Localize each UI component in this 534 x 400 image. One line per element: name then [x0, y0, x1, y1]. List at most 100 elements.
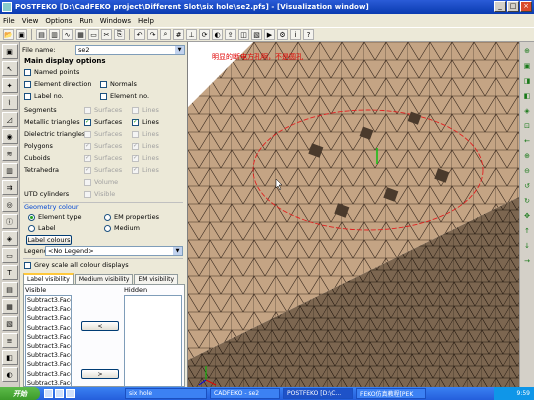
taskbar-item-postfeko[interactable]: POSTFEKO [D:\C... [283, 388, 353, 399]
metallic-surfaces-checkbox[interactable]: ✓ [84, 118, 91, 126]
visible-list[interactable]: Subtract3.Face1 Subtract3.Face1 Subtract… [25, 295, 72, 387]
wire-icon[interactable]: ⌇ [1, 95, 18, 110]
label-radio[interactable] [28, 224, 35, 232]
polygons-lines-checkbox[interactable]: ✓ [132, 142, 139, 150]
start-button[interactable]: 开始 [0, 387, 40, 400]
taskbar-item-cadfeko[interactable]: CADFEKO - se2 [210, 388, 280, 399]
normals-checkbox[interactable] [100, 80, 107, 88]
em-properties-radio-row[interactable]: EM properties [104, 213, 159, 221]
em-properties-radio[interactable] [104, 213, 111, 221]
element-type-radio-row[interactable]: Element type [28, 213, 82, 221]
menu-help[interactable]: Help [138, 17, 154, 25]
menu-options[interactable]: Options [45, 17, 72, 25]
help-icon[interactable]: ? [303, 29, 314, 40]
cube-icon[interactable]: ◧ [1, 350, 18, 365]
undo-icon[interactable]: ↶ [134, 29, 145, 40]
chevron-down-icon[interactable]: ▼ [173, 247, 182, 255]
table-icon[interactable]: ▦ [75, 29, 86, 40]
list-item[interactable]: Subtract3.Face1 [26, 342, 71, 351]
open-icon[interactable]: 📂 [3, 29, 14, 40]
copy-icon[interactable]: ⎘ [114, 29, 125, 40]
element-type-radio[interactable] [28, 213, 35, 221]
named-points-checkbox[interactable] [24, 68, 31, 76]
volume-checkbox[interactable] [84, 178, 91, 186]
rotate-right-icon[interactable]: ↻ [521, 195, 533, 207]
pan-icon[interactable]: ✥ [521, 210, 533, 222]
grey-scale-checkbox[interactable] [24, 261, 31, 269]
settings-icon[interactable]: ⚙ [277, 29, 288, 40]
bulb-icon[interactable]: ✦ [1, 78, 18, 93]
close-button[interactable]: × [520, 1, 532, 12]
list-item[interactable]: Subtract3.Face1 [26, 305, 71, 314]
mesh-icon[interactable]: ◈ [1, 231, 18, 246]
utd-visible-checkbox[interactable] [84, 190, 91, 198]
list-item[interactable]: Subtract3.Face1 [26, 351, 71, 360]
taskbar-item-feko-tutorial[interactable]: FEKO仿真教程[PEK [356, 388, 426, 399]
zoom-in-icon[interactable]: ⊕ [521, 150, 533, 162]
currents-icon[interactable]: ⇉ [1, 180, 18, 195]
element-direction-row[interactable]: Element direction [24, 80, 91, 88]
list-item[interactable]: Subtract3.Face1 [26, 333, 71, 342]
near-field-icon[interactable]: ▥ [1, 163, 18, 178]
view-front-icon[interactable]: ▣ [521, 60, 533, 72]
rotate-icon[interactable]: ⟳ [199, 29, 210, 40]
layers-icon[interactable]: ≡ [1, 333, 18, 348]
tetrahedra-lines-checkbox[interactable]: ✓ [132, 166, 139, 174]
taskbar-item-six-hole[interactable]: six hole [125, 388, 207, 399]
redo-icon[interactable]: ↷ [147, 29, 158, 40]
arrow-down-icon[interactable]: ↓ [521, 240, 533, 252]
file-name-select[interactable]: se2 ▼ [75, 44, 185, 55]
graph-icon[interactable]: ∿ [62, 29, 73, 40]
list-item[interactable]: Subtract3.Face1 [26, 314, 71, 323]
menu-view[interactable]: View [22, 17, 39, 25]
minimize-button[interactable]: _ [494, 1, 506, 12]
label-colours-button[interactable]: Label colours [26, 235, 72, 245]
normals-row[interactable]: Normals [100, 80, 137, 88]
list-item[interactable]: Subtract3.Face1 [26, 324, 71, 333]
cut-plane-icon[interactable]: ◿ [1, 112, 18, 127]
cuboids-lines-checkbox[interactable]: ✓ [132, 154, 139, 162]
select-icon[interactable]: ⊕ [521, 45, 533, 57]
arrow-right-icon[interactable]: → [521, 255, 533, 267]
image-export-icon[interactable]: ▧ [1, 316, 18, 331]
info-icon[interactable]: i [290, 29, 301, 40]
axes-icon[interactable]: ⊥ [186, 29, 197, 40]
menu-windows[interactable]: Windows [100, 17, 131, 25]
polygons-surfaces-checkbox[interactable]: ✓ [84, 142, 91, 150]
label-no-row[interactable]: Label no. [24, 92, 64, 100]
segments-surfaces-checkbox[interactable] [84, 106, 91, 114]
element-direction-checkbox[interactable] [24, 80, 31, 88]
layout-icon[interactable]: ◫ [238, 29, 249, 40]
image-icon[interactable]: ▧ [251, 29, 262, 40]
metallic-lines-checkbox[interactable]: ✓ [132, 118, 139, 126]
maximize-button[interactable]: □ [507, 1, 519, 12]
move-right-button[interactable]: > [81, 369, 119, 379]
view-iso-icon[interactable]: ◈ [521, 105, 533, 117]
arrow-up-icon[interactable]: ↑ [521, 225, 533, 237]
pointer-icon[interactable]: ↖ [1, 61, 18, 76]
save-icon[interactable]: ▣ [16, 29, 27, 40]
legend-icon[interactable]: ▤ [1, 282, 18, 297]
source-icon[interactable]: ◉ [1, 129, 18, 144]
grey-scale-row[interactable]: Grey scale all colour displays [24, 261, 129, 269]
info-panel-icon[interactable]: ⓘ [1, 214, 18, 229]
window-icon[interactable]: ▭ [88, 29, 99, 40]
label-no-checkbox[interactable] [24, 92, 31, 100]
dielectric-lines-checkbox[interactable] [132, 130, 139, 138]
colour-map-icon[interactable]: ▦ [1, 299, 18, 314]
tab-em-visibility[interactable]: EM visibility [134, 274, 179, 284]
chevron-down-icon[interactable]: ▼ [175, 45, 184, 54]
browser-icon[interactable] [55, 389, 64, 398]
element-no-checkbox[interactable] [100, 92, 107, 100]
list-item[interactable]: Subtract3.Face1 [26, 360, 71, 369]
segments-lines-checkbox[interactable] [132, 106, 139, 114]
element-no-row[interactable]: Element no. [100, 92, 149, 100]
move-left-button[interactable]: < [81, 321, 119, 331]
far-field-icon[interactable]: ◎ [1, 197, 18, 212]
zoom-out-icon[interactable]: ⊖ [521, 165, 533, 177]
arrow-left-icon[interactable]: ← [521, 135, 533, 147]
visualization-viewport[interactable]: 明显的断电方孔啊，不是圆孔 [188, 42, 519, 387]
list-item[interactable]: Subtract3.Face1 [26, 370, 71, 379]
field-icon[interactable]: ≋ [1, 146, 18, 161]
cut-icon[interactable]: ✂ [101, 29, 112, 40]
